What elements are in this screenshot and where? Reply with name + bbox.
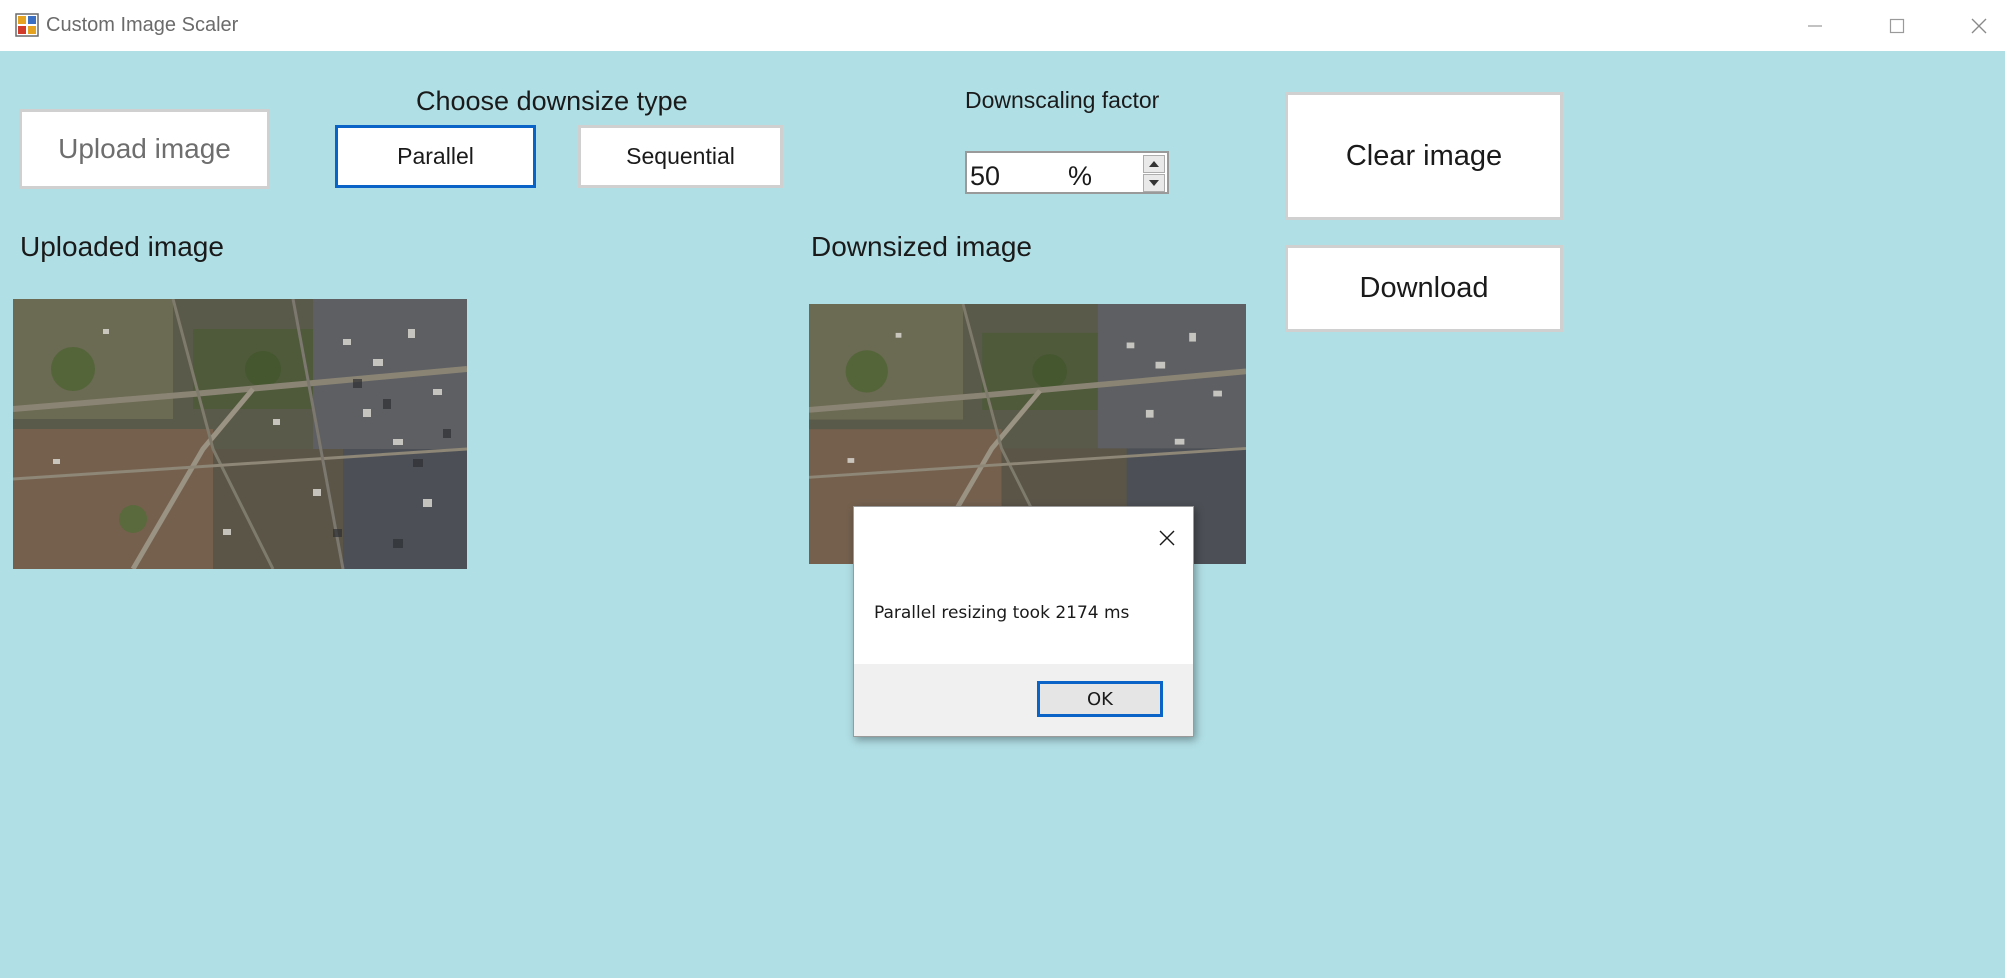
downscaling-factor-heading: Downscaling factor	[965, 87, 1160, 113]
app-icon	[15, 13, 39, 37]
download-label: Download	[1359, 272, 1489, 304]
clear-image-label: Clear image	[1345, 139, 1503, 172]
ok-label: OK	[1087, 688, 1113, 710]
minimize-button[interactable]	[1775, 0, 1855, 51]
stepper-up-button[interactable]	[1143, 155, 1165, 173]
dialog-message: Parallel resizing took 2174 ms	[874, 603, 1130, 623]
factor-value: 50	[970, 161, 1001, 191]
close-button[interactable]	[1939, 0, 2005, 51]
maximize-icon	[1889, 18, 1905, 33]
downscaling-factor-stepper[interactable]: 50 %	[965, 151, 1169, 194]
ok-button[interactable]: OK	[1037, 681, 1163, 717]
close-icon	[1159, 530, 1175, 546]
download-button[interactable]: Download	[1285, 245, 1563, 332]
caret-up-icon	[1149, 161, 1159, 167]
uploaded-image-heading: Uploaded image	[20, 231, 224, 262]
minimize-icon	[1808, 24, 1822, 27]
caret-down-icon	[1149, 180, 1159, 186]
sequential-button[interactable]: Sequential	[578, 125, 783, 188]
clear-image-button[interactable]: Clear image	[1285, 92, 1563, 220]
message-dialog: Parallel resizing took 2174 ms OK	[853, 506, 1194, 737]
window-title: Custom Image Scaler	[46, 14, 239, 36]
parallel-label: Parallel	[397, 143, 474, 169]
title-bar: Custom Image Scaler	[0, 0, 2005, 51]
close-icon	[1971, 18, 1987, 33]
downsized-image-heading: Downsized image	[811, 231, 1032, 262]
upload-image-label: Upload image	[58, 133, 231, 164]
upload-image-button[interactable]: Upload image	[19, 109, 270, 189]
downsize-type-heading: Choose downsize type	[416, 86, 688, 116]
uploaded-image	[13, 299, 467, 569]
sequential-label: Sequential	[626, 143, 735, 169]
factor-unit: %	[1068, 161, 1093, 191]
maximize-button[interactable]	[1857, 0, 1937, 51]
dialog-close-button[interactable]	[1152, 523, 1182, 553]
parallel-button[interactable]: Parallel	[335, 125, 536, 188]
stepper-down-button[interactable]	[1143, 174, 1165, 192]
